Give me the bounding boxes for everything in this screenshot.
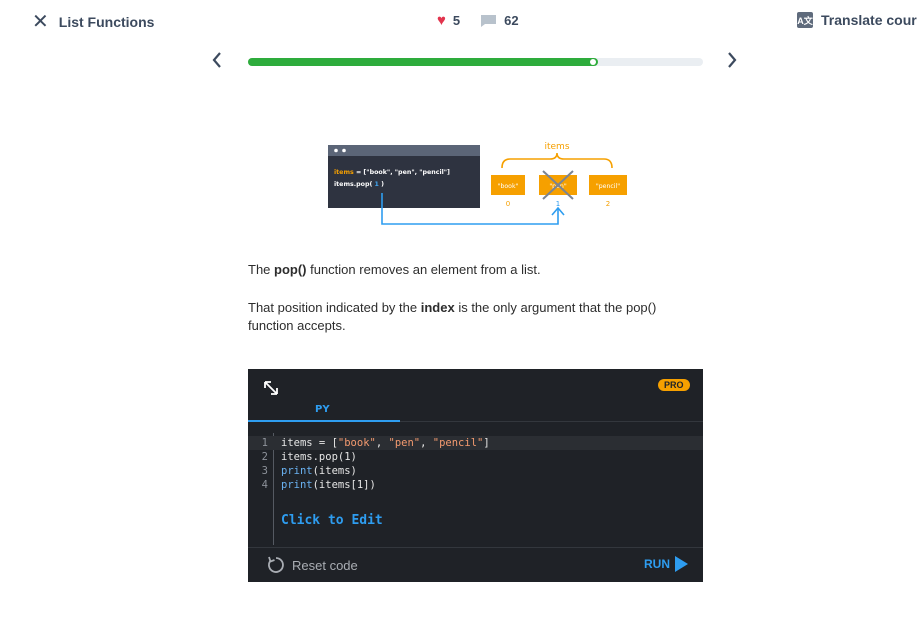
svg-text:items = ["book", "pen", "penci: items = ["book", "pen", "pencil"] — [334, 169, 450, 176]
code-token: items = [ — [281, 437, 338, 449]
likes-button[interactable]: ♥ 5 — [437, 12, 460, 29]
code-token: "pencil" — [432, 437, 484, 449]
editor-footer-divider — [248, 547, 703, 548]
comments-button[interactable]: 62 — [480, 13, 519, 28]
code-token: ] — [483, 437, 490, 449]
code-text: items = ["book", "pen", "pencil"] — [281, 436, 490, 450]
previous-button[interactable] — [211, 45, 223, 76]
illustration-index-2: 2 — [606, 200, 610, 208]
expand-icon — [264, 381, 278, 395]
lesson-progress-bar — [248, 58, 703, 66]
reset-code-label: Reset code — [292, 557, 358, 573]
code-token: (items[1]) — [312, 479, 376, 491]
illustration-items-label: items — [544, 142, 569, 152]
code-token: , — [420, 437, 433, 449]
p1-text-start: The — [248, 262, 275, 277]
p2-text-start: That position indicated by the — [248, 300, 421, 315]
lesson-paragraph-1: The pop() function removes an element fr… — [248, 262, 541, 277]
progress-fill — [248, 58, 599, 66]
code-token: (items) — [312, 465, 357, 477]
lesson-title: List Functions — [58, 14, 155, 30]
chevron-right-icon — [728, 52, 737, 68]
line-number: 3 — [261, 465, 268, 477]
illustration-line1-rest: = ["book", "pen", "pencil"] — [354, 169, 450, 176]
code-token: print — [281, 479, 313, 491]
likes-count: 5 — [452, 13, 461, 28]
line-number: 4 — [261, 479, 268, 491]
line-number: 2 — [261, 451, 268, 463]
tab-python[interactable]: PY — [315, 404, 330, 415]
code-line[interactable]: 4 print(items[1]) — [248, 478, 703, 492]
close-lesson-button[interactable]: ✕ List Functions — [32, 12, 154, 32]
illustration-line2-prefix: items.pop( — [334, 181, 372, 188]
p2-keyword: index — [420, 300, 455, 315]
code-token: "book" — [337, 437, 376, 449]
illustration-line2-arg: 1 — [372, 181, 381, 188]
chevron-left-icon — [212, 52, 221, 68]
next-button[interactable] — [726, 45, 738, 76]
translate-course-button[interactable]: A文 Translate course — [797, 12, 917, 28]
play-icon — [675, 556, 688, 572]
translate-icon: A文 — [797, 12, 813, 28]
tab-divider — [400, 421, 703, 422]
pop-illustration: items = ["book", "pen", "pencil"] items.… — [328, 142, 627, 225]
illustration-brace — [501, 152, 613, 169]
lesson-paragraph-2: That position indicated by the index is … — [248, 299, 703, 335]
code-token: , — [375, 437, 389, 449]
reset-icon — [268, 556, 284, 573]
illustration-index-0: 0 — [506, 200, 510, 208]
code-token: "pen" — [388, 437, 421, 449]
illustration-line1-var: items — [334, 169, 354, 176]
illustration-cell-2-text: "pencil" — [596, 183, 620, 190]
lesson-stats: ♥ 5 62 — [437, 12, 519, 29]
code-token: print — [281, 465, 313, 477]
p1-text-end: function removes an element from a list. — [306, 262, 541, 277]
run-label: RUN — [644, 557, 670, 571]
code-text: print(items) — [281, 464, 357, 478]
code-text: print(items[1]) — [281, 478, 376, 492]
pro-badge: PRO — [658, 379, 690, 391]
comment-icon — [481, 14, 497, 27]
translate-label: Translate course — [821, 12, 917, 28]
click-to-edit-button[interactable]: Click to Edit — [281, 513, 383, 528]
close-icon: ✕ — [32, 11, 49, 33]
comments-count: 62 — [504, 13, 519, 28]
code-line[interactable]: 1 items = ["book", "pen", "pencil"] — [248, 436, 703, 450]
code-text: items.pop(1) — [281, 450, 357, 464]
illustration-cell-0-text: "book" — [498, 183, 519, 190]
run-button[interactable]: RUN — [644, 556, 688, 572]
illustration-line2-suffix: ) — [381, 181, 384, 188]
line-number: 1 — [261, 437, 268, 449]
reset-code-button[interactable]: Reset code — [266, 555, 358, 575]
code-token: items.pop(1) — [281, 451, 357, 463]
heart-icon: ♥ — [437, 12, 446, 29]
code-line[interactable]: 2 items.pop(1) — [248, 450, 703, 464]
svg-text:items.pop( 1 ): items.pop( 1 ) — [334, 181, 384, 188]
expand-button[interactable] — [262, 379, 280, 402]
p1-keyword: pop() — [274, 262, 307, 277]
code-line[interactable]: 3 print(items) — [248, 464, 703, 478]
active-tab-indicator — [248, 420, 400, 422]
code-editor: PRO PY 1 items = ["book", "pen", "pencil"… — [248, 369, 703, 582]
